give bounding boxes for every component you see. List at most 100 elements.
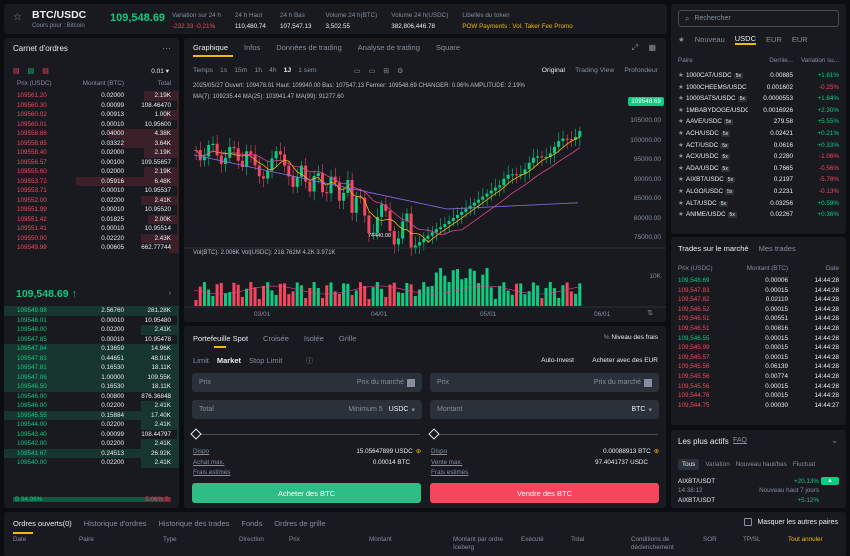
tab-chart-1[interactable]: Infos <box>244 43 260 52</box>
pair-subtitle[interactable]: Cours pour : Bitcoin <box>32 23 85 29</box>
book-row[interactable]: 109545.55 0.15884 17.40K <box>4 410 179 420</box>
settings-icon[interactable]: ▭ <box>369 67 376 75</box>
view-1[interactable]: Trading View <box>575 67 614 74</box>
book-row[interactable]: 109542.00 0.02200 2.41K <box>4 439 179 449</box>
book-row[interactable]: 109558.85 0.03322 3.64K <box>4 138 179 148</box>
interval-1[interactable]: 1s <box>220 67 227 74</box>
star-icon[interactable]: ★ <box>678 163 686 175</box>
interval-4[interactable]: 4h <box>269 67 277 74</box>
sell-amount-input[interactable]: Montant BTC ▾ <box>430 400 659 419</box>
tab-fluctuation[interactable]: Fluctuat <box>793 461 815 468</box>
book-row[interactable]: 109551.42 0.01825 2.00K <box>4 214 179 224</box>
buy-total-input[interactable]: Total Minimum 5 USDC ▾ <box>192 400 422 419</box>
sell-price-input[interactable]: Prix Prix du marché <box>430 373 659 392</box>
orders-tab-1[interactable]: Historique d'ordres <box>84 519 147 528</box>
book-row[interactable]: 109547.85 0.00010 10.95478 <box>4 334 179 344</box>
search-input[interactable]: ⌕ Rechercher <box>678 10 839 27</box>
tab-chart-2[interactable]: Données de trading <box>276 43 341 52</box>
book-row[interactable]: 109551.99 0.00010 10.95520 <box>4 205 179 215</box>
sell-slider-handle[interactable] <box>428 428 440 440</box>
star-icon[interactable]: ★ <box>678 209 686 221</box>
market-row[interactable]: ★ ADA/USDC 5x 0.7665 -0.56% <box>678 163 839 175</box>
buy-price-input[interactable]: Prix Prix du marché <box>192 373 422 392</box>
star-icon[interactable]: ★ <box>678 82 686 94</box>
market-row[interactable]: ★1MBABYDOGE/USDC5x 0.0016926 +2.30% <box>678 105 839 117</box>
faq-link[interactable]: FAQ <box>733 437 747 444</box>
tab-chart-3[interactable]: Analyse de trading <box>358 43 420 52</box>
buy-slider[interactable] <box>194 434 420 435</box>
buy-with-eur-link[interactable]: Acheter avec des EUR <box>592 357 658 364</box>
market-row[interactable]: ★ ANIME/USDC 5x 0.02267 +0.36% <box>678 209 839 221</box>
auto-invest-link[interactable]: Auto-Invest <box>541 357 574 364</box>
star-icon[interactable]: ★ <box>678 93 686 105</box>
list-item[interactable]: AIXBT/USDT +5.12% <box>678 495 839 505</box>
book-row[interactable]: 109546.50 0.16530 18.11K <box>4 382 179 392</box>
star-icon[interactable]: ★ <box>678 116 686 128</box>
book-row[interactable]: 109552.00 0.02200 2.41K <box>4 195 179 205</box>
favorites-star-icon[interactable]: ★ <box>678 35 685 44</box>
order-type-0[interactable]: Limit <box>193 356 209 365</box>
tab-new[interactable]: Nouveau <box>695 35 725 44</box>
tab-new-high-low[interactable]: Nouveau haut/bas <box>736 461 787 468</box>
order-type-1[interactable]: Market <box>217 356 241 365</box>
order-type-2[interactable]: Stop Limit <box>249 356 282 365</box>
book-row[interactable]: 109544.00 0.02200 2.41K <box>4 420 179 430</box>
book-row[interactable]: 109553.72 0.05916 6.48K <box>4 176 179 186</box>
book-row[interactable]: 109553.71 0.00010 10.95537 <box>4 186 179 196</box>
tab-chart-4[interactable]: Square <box>436 43 460 52</box>
book-row[interactable]: 109547.84 0.13659 14.96K <box>4 344 179 354</box>
market-row[interactable]: ★ ACH/USDC 5x 0.02421 +0.21% <box>678 128 839 140</box>
book-row[interactable]: 109549.99 0.00605 662.77744 <box>4 243 179 253</box>
gear-icon[interactable]: ⚙ <box>397 67 403 75</box>
interval-3[interactable]: 1h <box>254 67 262 74</box>
col-header-12[interactable]: Tout annuler <box>788 536 838 544</box>
market-row[interactable]: ★ ALGO/USDC 5x 0.2231 -0.13% <box>678 186 839 198</box>
book-row[interactable]: 109547.06 1.00000 109.55K <box>4 372 179 382</box>
book-row[interactable]: 109561.20 0.02000 2.19K <box>4 91 179 101</box>
tab-usdc[interactable]: USDC <box>734 34 757 45</box>
market-row[interactable]: ★1000CHEEMS/USDC5x 0.001602 -0.25% <box>678 82 839 94</box>
market-row[interactable]: ★ 1000SATS/USDC 5x 0.0000553 +1.84% <box>678 93 839 105</box>
tab-eur2[interactable]: EUR <box>792 35 808 44</box>
pair-name[interactable]: BTC/USDC <box>32 9 86 21</box>
interval-6[interactable]: 1 sem <box>298 67 317 74</box>
buy-button[interactable]: Acheter des BTC <box>192 483 421 503</box>
book-row[interactable]: 109551.41 0.00010 10.95514 <box>4 224 179 234</box>
orders-tab-2[interactable]: Historique des trades <box>159 519 230 528</box>
reset-icon[interactable]: ⇅ <box>647 309 653 317</box>
interval-5[interactable]: 1J <box>284 67 292 74</box>
book-row[interactable]: 109546.00 0.02200 2.41K <box>4 401 179 411</box>
book-row[interactable]: 109556.57 0.00100 109.55657 <box>4 157 179 167</box>
sell-slider[interactable] <box>432 434 658 435</box>
tab-eur[interactable]: EUR <box>766 35 782 44</box>
info-icon[interactable]: ⓘ <box>306 356 313 366</box>
tab-trade-3[interactable]: Grille <box>339 334 357 343</box>
tab-trade-2[interactable]: Isolée <box>304 334 324 343</box>
more-icon[interactable]: ··· <box>162 43 171 53</box>
tab-market-trades[interactable]: Trades sur le marché <box>678 244 749 253</box>
book-row[interactable]: 109558.40 0.02000 2.19K <box>4 148 179 158</box>
view-both-icon[interactable]: ▤ <box>13 67 20 75</box>
tab-all[interactable]: Tous <box>678 459 700 470</box>
market-row[interactable]: ★ ALT/USDC 5x 0.03256 +0.59% <box>678 198 839 210</box>
view-0[interactable]: Original <box>542 67 565 74</box>
fee-level-link[interactable]: % Niveau des frais <box>604 334 658 341</box>
book-row[interactable]: 109560.02 0.00913 1.00K <box>4 110 179 120</box>
book-row[interactable]: 109555.60 0.02000 2.19K <box>4 167 179 177</box>
tab-chart-0[interactable]: Graphique <box>193 43 228 52</box>
orders-tab-0[interactable]: Ordres ouverts(0) <box>13 519 72 528</box>
star-icon[interactable]: ★ <box>678 198 686 210</box>
interval-0[interactable]: Temps <box>193 67 213 74</box>
book-row[interactable]: 109541.67 0.24513 26.92K <box>4 448 179 458</box>
precision-select[interactable]: 0.01 ▾ <box>151 67 169 75</box>
book-row[interactable]: 109558.86 0.04000 4.38K <box>4 129 179 139</box>
interval-2[interactable]: 15m <box>234 67 247 74</box>
view-2[interactable]: Profondeur <box>624 67 658 74</box>
buy-slider-handle[interactable] <box>190 428 202 440</box>
market-row[interactable]: ★ AIXBT/USDC 5x 0.2197 -5.78% <box>678 174 839 186</box>
market-row[interactable]: ★ 1000CAT/USDC 5x 0.00885 +1.61% <box>678 70 839 82</box>
book-row[interactable]: 109560.30 0.00099 108.46470 <box>4 100 179 110</box>
book-row[interactable]: 109548.00 0.02200 2.41K <box>4 325 179 335</box>
star-icon[interactable]: ★ <box>678 186 686 198</box>
grid-icon[interactable]: ▦ <box>648 43 656 52</box>
